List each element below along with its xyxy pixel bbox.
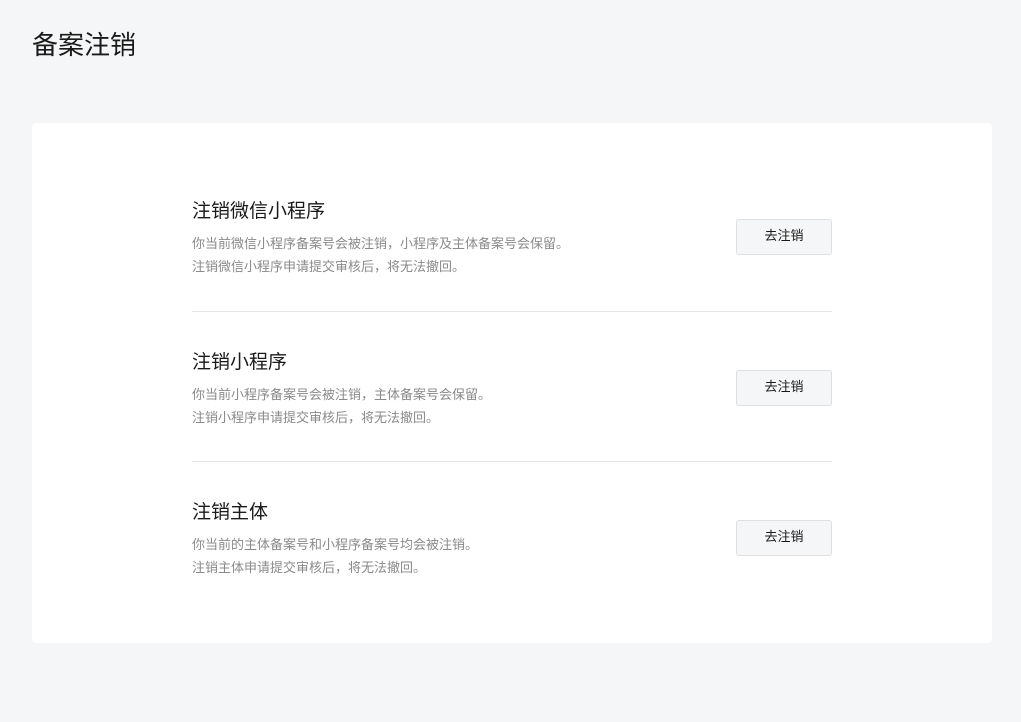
section-title: 注销主体	[192, 501, 269, 523]
section-description: 你当前的主体备案号和小程序备案号均会被注销。	[192, 538, 479, 553]
section-deregister-wechat-miniprogram: 注销微信小程序 你当前微信小程序备案号会被注销，小程序及主体备案号会保留。 注销…	[192, 160, 832, 310]
page-title: 备案注销	[32, 31, 137, 61]
section-description: 你当前小程序备案号会被注销，主体备案号会保留。	[192, 388, 492, 403]
section-title: 注销微信小程序	[192, 200, 326, 222]
section-deregister-miniprogram: 注销小程序 你当前小程序备案号会被注销，主体备案号会保留。 注销小程序申请提交审…	[192, 311, 832, 461]
deregister-miniprogram-button[interactable]: 去注销	[736, 370, 832, 406]
deregistration-card: 注销微信小程序 你当前微信小程序备案号会被注销，小程序及主体备案号会保留。 注销…	[32, 123, 992, 643]
deregister-wechat-miniprogram-button[interactable]: 去注销	[736, 219, 832, 255]
section-note: 注销主体申请提交审核后，将无法撤回。	[192, 561, 427, 576]
section-title: 注销小程序	[192, 351, 288, 373]
section-note: 注销小程序申请提交审核后，将无法撤回。	[192, 411, 440, 426]
section-note: 注销微信小程序申请提交审核后，将无法撤回。	[192, 260, 466, 275]
section-description: 你当前微信小程序备案号会被注销，小程序及主体备案号会保留。	[192, 237, 570, 252]
section-deregister-entity: 注销主体 你当前的主体备案号和小程序备案号均会被注销。 注销主体申请提交审核后，…	[192, 461, 832, 611]
deregister-entity-button[interactable]: 去注销	[736, 520, 832, 556]
